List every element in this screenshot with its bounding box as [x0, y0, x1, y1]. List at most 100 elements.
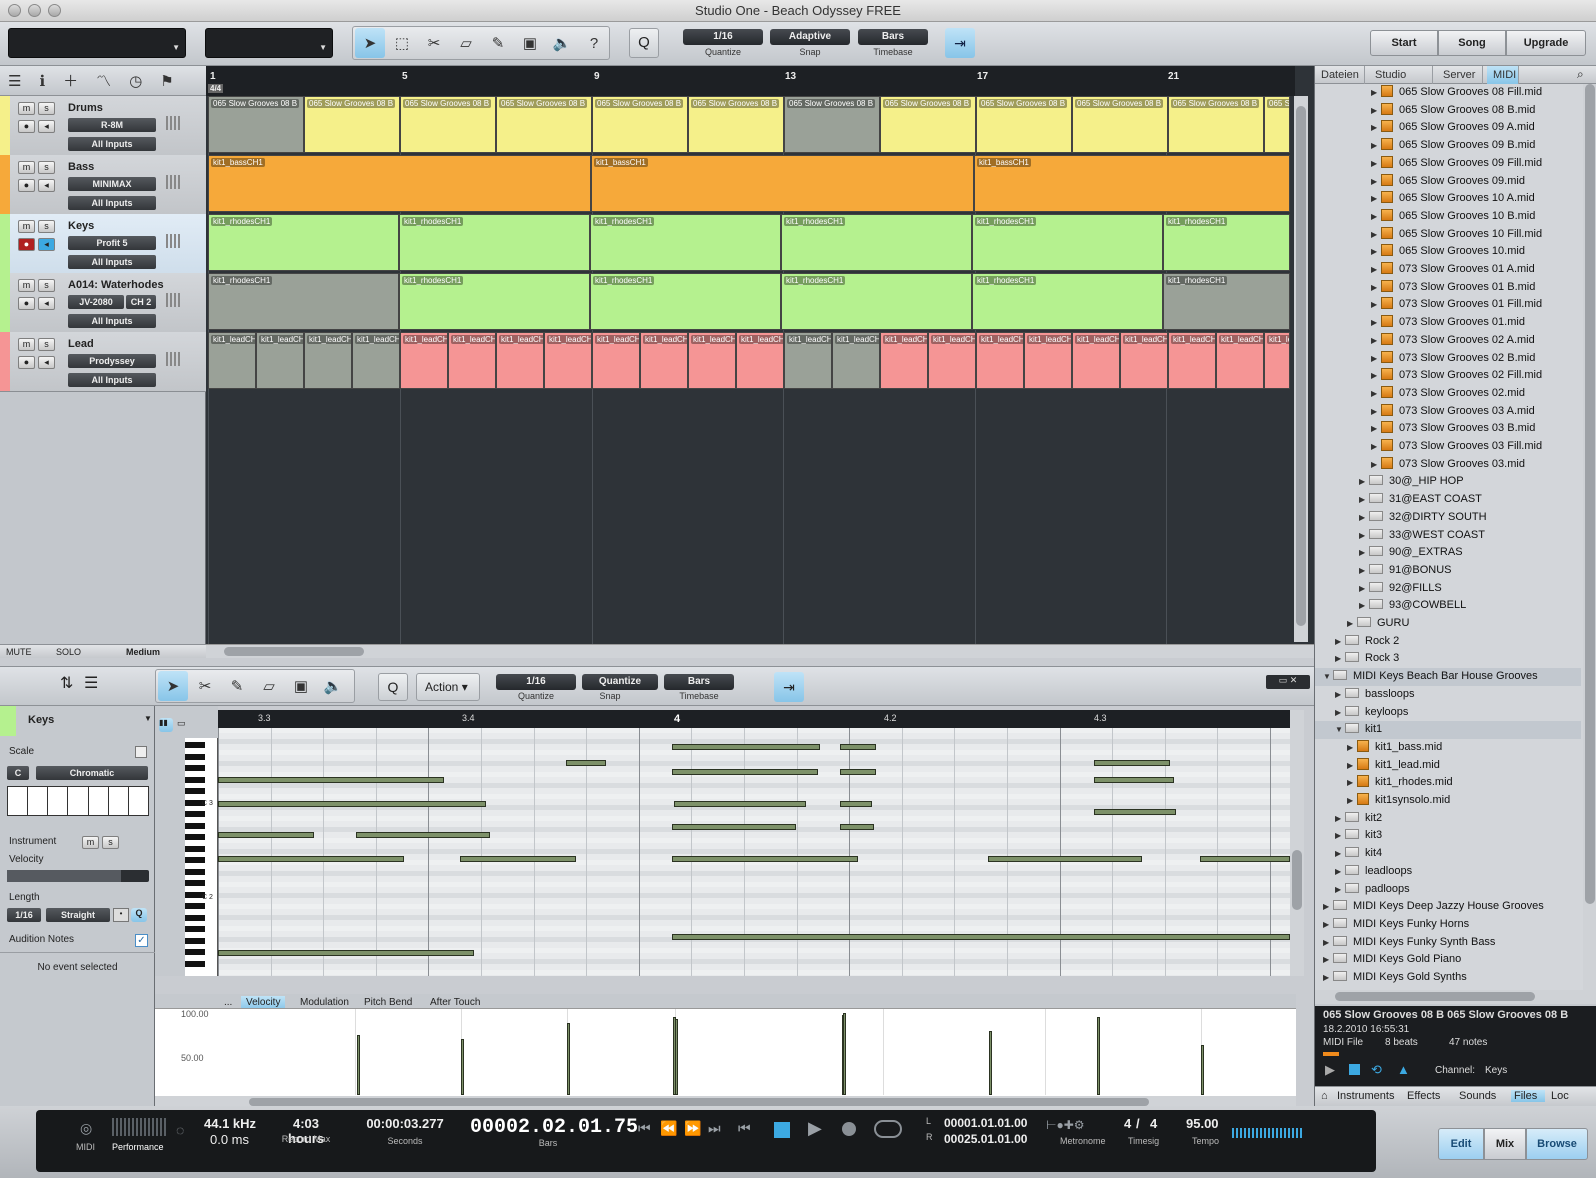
black-key[interactable] — [185, 788, 205, 794]
loop-end[interactable]: 00025.01.01.00 — [944, 1132, 1027, 1146]
event-part[interactable]: kit1_leadCH1 — [208, 332, 256, 389]
browser-folder-item[interactable]: ▶ 90@_EXTRAS — [1315, 544, 1581, 562]
scale-keyboard[interactable] — [7, 786, 149, 816]
editor-window-controls[interactable]: ▭ ✕ — [1266, 675, 1310, 689]
event-part[interactable]: kit1_rhodesCH1 — [1163, 214, 1290, 271]
event-part[interactable]: 065 Slow Grooves 08 B — [1264, 96, 1290, 153]
event-part[interactable]: kit1_leadCH1 — [640, 332, 688, 389]
track-instrument[interactable]: MINIMAX — [68, 177, 156, 191]
velocity-bar[interactable] — [675, 1019, 678, 1095]
track-header[interactable]: m s ● ◂ Drums R-8M All Inputs — [0, 96, 206, 156]
event-part[interactable]: kit1_leadCH1 — [976, 332, 1024, 389]
event-part[interactable]: kit1_leadCH1 — [592, 332, 640, 389]
track-instrument[interactable]: Prodyssey — [68, 354, 156, 368]
disclosure-closed-icon[interactable]: ▶ — [1371, 226, 1381, 244]
length-dot-button[interactable]: • — [113, 908, 129, 922]
event-part[interactable]: kit1_leadCH1 — [784, 332, 832, 389]
disclosure-closed-icon[interactable]: ▶ — [1323, 969, 1333, 987]
browser-folder-item[interactable]: ▶ 32@DIRTY SOUTH — [1315, 509, 1581, 527]
event-part[interactable]: kit1_rhodesCH1 — [399, 214, 590, 271]
event-part[interactable]: kit1_leadCH1 — [1120, 332, 1168, 389]
browser-file-item[interactable]: ▶ 073 Slow Grooves 02 B.mid — [1315, 350, 1581, 368]
browser-folder-item[interactable]: ▶ 93@COWBELL — [1315, 597, 1581, 615]
disclosure-closed-icon[interactable]: ▶ — [1371, 173, 1381, 191]
event-part[interactable]: kit1_leadCH1 — [544, 332, 592, 389]
record-arm-button[interactable]: ● — [18, 179, 35, 192]
black-key[interactable] — [185, 811, 205, 817]
midi-note[interactable] — [672, 824, 796, 830]
monitor-button[interactable]: ◂ — [38, 356, 55, 369]
browser-file-item[interactable]: ▶ 073 Slow Grooves 01.mid — [1315, 314, 1581, 332]
black-key[interactable] — [185, 776, 205, 783]
midi-note[interactable] — [1200, 856, 1290, 862]
disclosure-open-icon[interactable]: ▼ — [1335, 721, 1345, 739]
disclosure-closed-icon[interactable]: ▶ — [1371, 279, 1381, 297]
browser-file-item[interactable]: ▶ 065 Slow Grooves 09 Fill.mid — [1315, 155, 1581, 173]
event-part[interactable]: kit1_leadCH1 — [304, 332, 352, 389]
event-part[interactable]: kit1_bassCH1 — [974, 155, 1290, 212]
metronome-preview-icon[interactable]: ▲ — [1397, 1062, 1410, 1077]
black-key[interactable] — [185, 960, 205, 967]
disclosure-closed-icon[interactable]: ▶ — [1335, 633, 1345, 651]
disclosure-closed-icon[interactable]: ▶ — [1371, 208, 1381, 226]
piano-keyboard[interactable]: C 3 C 2 — [185, 738, 218, 976]
arrow-tool-icon[interactable]: ➤ — [355, 28, 385, 58]
monitor-button[interactable]: ◂ — [38, 297, 55, 310]
return-zero-icon[interactable]: ⏮ — [738, 1120, 751, 1137]
event-part[interactable]: kit1_leadCH1 — [352, 332, 400, 389]
browser-folder-item[interactable]: ▶ Rock 3 — [1315, 650, 1581, 668]
timesig-numerator[interactable]: 4 — [1124, 1116, 1131, 1131]
quantize-value[interactable]: 1/16 — [683, 29, 763, 45]
browser-file-item[interactable]: ▶ 073 Slow Grooves 03 A.mid — [1315, 403, 1581, 421]
timesig-denominator[interactable]: 4 — [1150, 1116, 1157, 1131]
editor-autoscroll-icon[interactable]: ⇥ — [774, 672, 804, 702]
disclosure-closed-icon[interactable]: ▶ — [1347, 792, 1357, 810]
black-key[interactable] — [185, 834, 205, 840]
track-instrument[interactable]: R-8M — [68, 118, 156, 132]
disclosure-closed-icon[interactable]: ▶ — [1371, 367, 1381, 385]
record-arm-button[interactable]: ● — [18, 356, 35, 369]
track-solo-button[interactable]: s — [38, 338, 55, 351]
play-button[interactable]: ▶ — [808, 1118, 822, 1139]
arrange-ruler[interactable]: 1 5 9 13 17 21 4/4 — [206, 66, 1295, 96]
browser-hscroll[interactable] — [1315, 990, 1596, 1004]
list-view-icon[interactable]: ☰ — [84, 673, 104, 699]
event-part[interactable]: kit1_rhodesCH1 — [399, 273, 590, 330]
browser-folder-item[interactable]: ▶ 91@BONUS — [1315, 562, 1581, 580]
disclosure-closed-icon[interactable]: ▶ — [1335, 881, 1345, 899]
midi-note[interactable] — [218, 832, 314, 838]
track-name[interactable]: Bass — [68, 161, 94, 173]
browser-folder-item[interactable]: ▶ 30@_HIP HOP — [1315, 473, 1581, 491]
browser-category-tab[interactable]: Loc — [1551, 1090, 1571, 1102]
velocity-bar[interactable] — [357, 1035, 360, 1095]
event-part[interactable]: kit1_leadCH1 — [832, 332, 880, 389]
event-part[interactable]: kit1_rhodesCH1 — [208, 214, 399, 271]
track-input[interactable]: All Inputs — [68, 137, 156, 151]
zoom-window-button[interactable] — [48, 4, 61, 17]
browser-file-item[interactable]: ▶ kit1synsolo.mid — [1315, 792, 1581, 810]
track-input[interactable]: All Inputs — [68, 314, 156, 328]
midi-note[interactable] — [672, 744, 820, 750]
disclosure-closed-icon[interactable]: ▶ — [1359, 509, 1369, 527]
event-part[interactable]: kit1_leadCH1 — [400, 332, 448, 389]
automation-icon[interactable]: 〽 — [96, 70, 111, 91]
editor-arrow-tool-icon[interactable]: ➤ — [158, 671, 188, 701]
midi-note[interactable] — [218, 950, 474, 956]
stop-button[interactable] — [774, 1122, 790, 1138]
monitor-button[interactable]: ◂ — [38, 238, 55, 251]
browser-file-item[interactable]: ▶ kit1_rhodes.mid — [1315, 774, 1581, 792]
editor-ruler[interactable]: 3.3 3.4 4 4.2 4.3 — [218, 710, 1290, 728]
browser-folder-item[interactable]: ▶ MIDI Keys Funky Synth Bass — [1315, 934, 1581, 952]
disclosure-open-icon[interactable]: ▼ — [1323, 668, 1333, 686]
event-part[interactable]: 065 Slow Grooves 08 B — [976, 96, 1072, 153]
editor-timebase-value[interactable]: Bars — [664, 674, 734, 690]
event-part[interactable]: 065 Slow Grooves 08 B — [880, 96, 976, 153]
midi-note[interactable] — [218, 856, 404, 862]
range-tool-icon[interactable]: ⬚ — [387, 28, 417, 58]
mute-tool-icon[interactable]: ▣ — [515, 28, 545, 58]
minimize-window-button[interactable] — [28, 4, 41, 17]
browser-file-item[interactable]: ▶ 073 Slow Grooves 03 B.mid — [1315, 420, 1581, 438]
play-icon[interactable]: ▶ — [1325, 1062, 1335, 1078]
rewind-start-icon[interactable]: ⏮ — [638, 1120, 651, 1137]
timebase-value[interactable]: Bars — [858, 29, 928, 45]
